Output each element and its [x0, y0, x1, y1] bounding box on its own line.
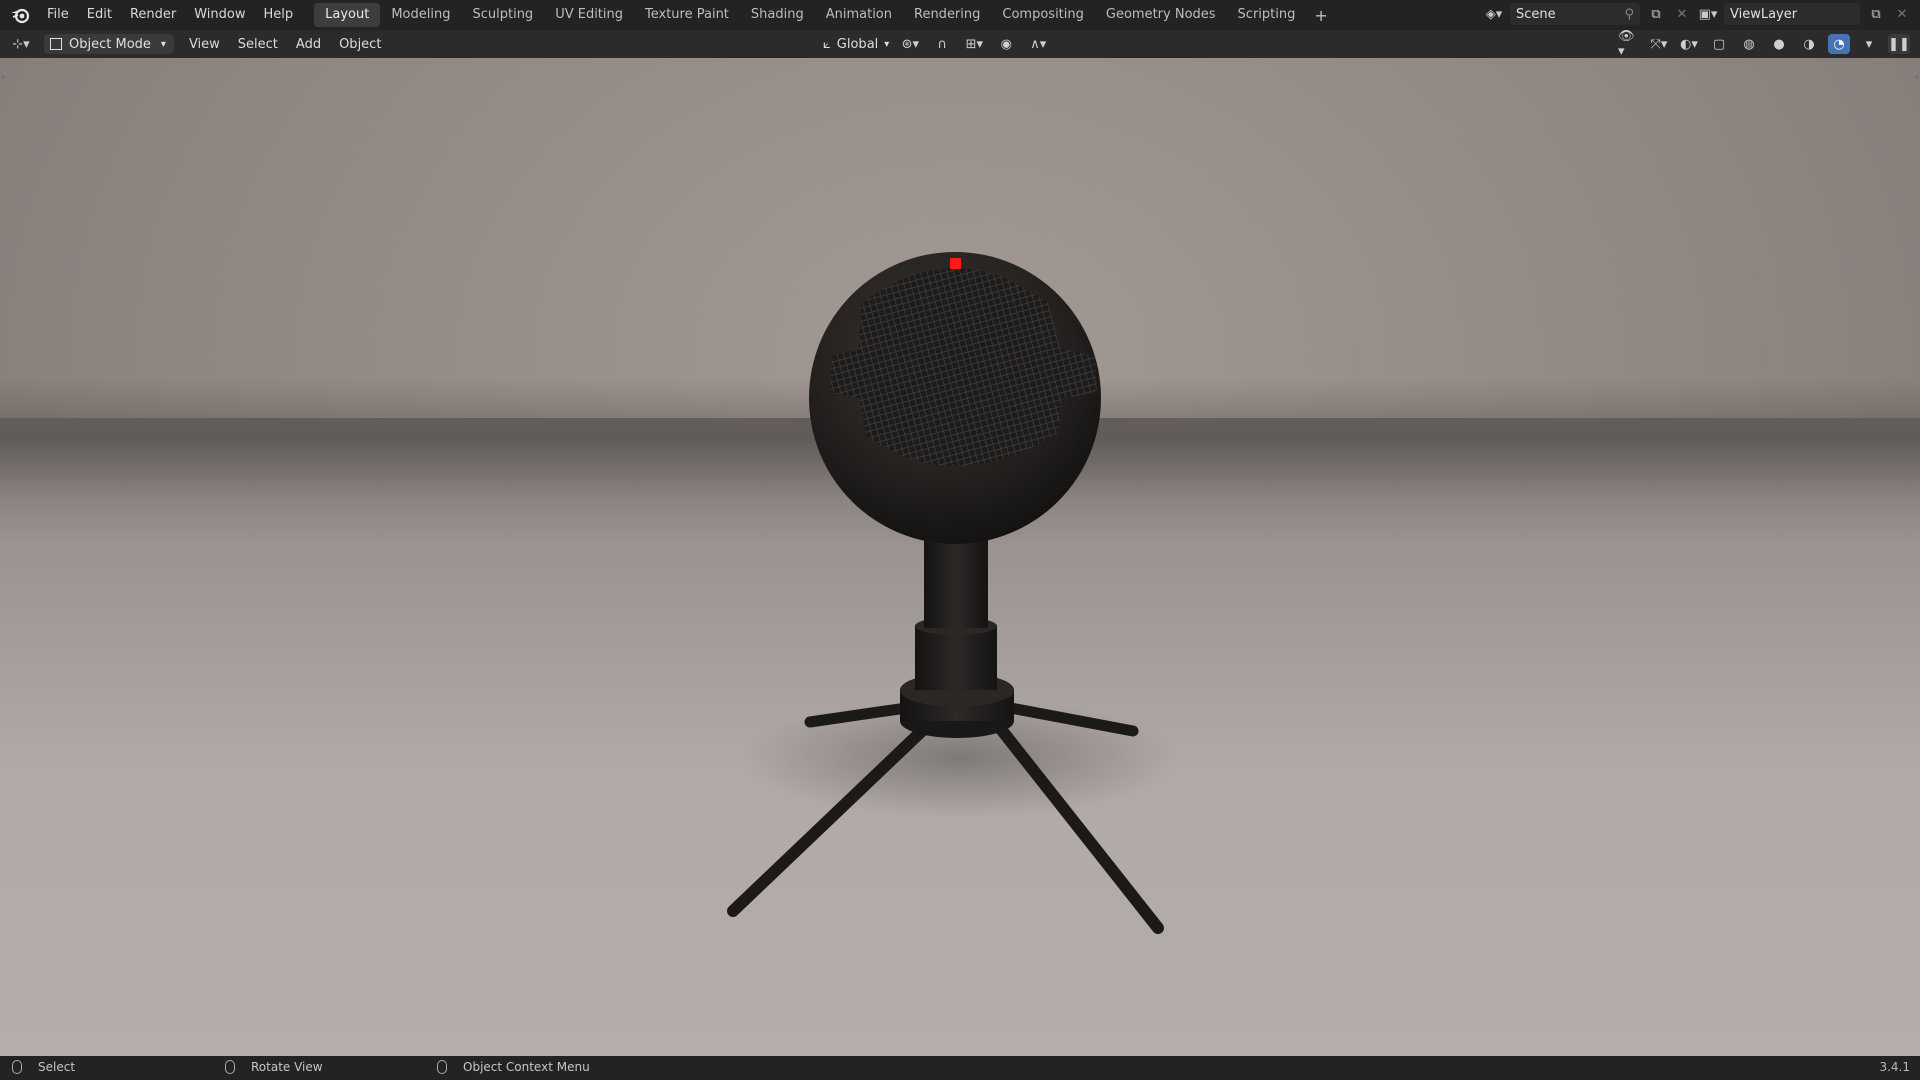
add-workspace-button[interactable]: +	[1306, 6, 1335, 25]
pause-render-icon[interactable]: ❚❚	[1888, 34, 1910, 54]
proportional-edit-icon[interactable]: ◉	[995, 34, 1017, 54]
viewport-header-left: ⊹▾ Object Mode ▾ View Select Add Object	[10, 34, 390, 54]
tab-geometry-nodes[interactable]: Geometry Nodes	[1095, 3, 1227, 27]
scene-name: Scene	[1516, 6, 1556, 22]
status-select-label: Select	[38, 1060, 76, 1074]
new-scene-icon[interactable]: ⧉	[1646, 4, 1666, 24]
tab-layout[interactable]: Layout	[314, 3, 381, 27]
object-mode-icon	[50, 38, 62, 50]
chevron-down-icon: ▾	[160, 38, 166, 50]
menu-add[interactable]: Add	[287, 37, 330, 52]
new-viewlayer-icon[interactable]: ⧉	[1866, 4, 1886, 24]
menu-window[interactable]: Window	[185, 0, 254, 30]
mode-label: Object Mode	[69, 36, 151, 52]
delete-scene-icon[interactable]: ✕	[1672, 4, 1692, 24]
overlays-icon[interactable]: ◐▾	[1678, 34, 1700, 54]
tab-rendering[interactable]: Rendering	[903, 3, 991, 27]
delete-viewlayer-icon[interactable]: ✕	[1892, 4, 1912, 24]
version-label: 3.4.1	[1879, 1060, 1910, 1074]
menu-select[interactable]: Select	[229, 37, 287, 52]
material-preview-icon[interactable]: ◑	[1798, 34, 1820, 54]
tab-uv-editing[interactable]: UV Editing	[544, 3, 634, 27]
pin-icon[interactable]: ⚲	[1624, 7, 1634, 22]
rendered-icon[interactable]: ◔	[1828, 34, 1850, 54]
blender-logo-icon[interactable]	[8, 3, 32, 27]
falloff-icon[interactable]: ∧▾	[1027, 34, 1049, 54]
tab-animation[interactable]: Animation	[815, 3, 903, 27]
tab-scripting[interactable]: Scripting	[1227, 3, 1307, 27]
tab-shading[interactable]: Shading	[740, 3, 815, 27]
3d-viewport[interactable]: › ‹	[0, 58, 1920, 1056]
menu-file[interactable]: File	[38, 0, 78, 30]
status-rotate-label: Rotate View	[251, 1060, 323, 1074]
menu-object[interactable]: Object	[330, 37, 390, 52]
mouse-left-icon	[12, 1060, 22, 1074]
tab-texture-paint[interactable]: Texture Paint	[634, 3, 740, 27]
magnet-icon[interactable]: ∩	[931, 34, 953, 54]
snap-target-icon[interactable]: ⊞▾	[963, 34, 985, 54]
viewport-header: ⊹▾ Object Mode ▾ View Select Add Object …	[0, 29, 1920, 59]
stand-neck	[924, 538, 988, 628]
gizmo-icon[interactable]: ⤧▾	[1648, 34, 1670, 54]
menu-render[interactable]: Render	[121, 0, 185, 30]
menu-help[interactable]: Help	[255, 0, 303, 30]
tab-modeling[interactable]: Modeling	[380, 3, 461, 27]
status-select: Select	[12, 1060, 75, 1074]
pivot-point-icon[interactable]: ⊛▾	[899, 34, 921, 54]
viewlayer-field[interactable]: ViewLayer	[1724, 3, 1860, 25]
visibility-eye-icon[interactable]: 👁▾	[1618, 29, 1640, 59]
tab-compositing[interactable]: Compositing	[991, 3, 1095, 27]
microphone-render	[727, 252, 1180, 934]
shading-options-icon[interactable]: ▾	[1858, 34, 1880, 54]
workspace-tabs: Layout Modeling Sculpting UV Editing Tex…	[314, 3, 1336, 27]
mouse-right-icon	[437, 1060, 447, 1074]
menu-edit[interactable]: Edit	[78, 0, 121, 30]
solid-icon[interactable]: ●	[1768, 34, 1790, 54]
main-menu: File Edit Render Window Help	[38, 0, 302, 30]
status-bar: Select Rotate View Object Context Menu 3…	[0, 1056, 1920, 1080]
tab-sculpting[interactable]: Sculpting	[461, 3, 544, 27]
transform-controls: ⟀ Global ▾ ⊛▾ ∩ ⊞▾ ◉ ∧▾	[823, 34, 1049, 54]
chevron-down-icon: ▾	[884, 38, 890, 50]
stand-lower	[915, 626, 997, 690]
orientation-icon: ⟀	[823, 36, 831, 52]
transform-orientation-dropdown[interactable]: ⟀ Global ▾	[823, 37, 889, 52]
viewlayer-selector-icon[interactable]: ▣▾	[1698, 4, 1718, 24]
mouse-middle-icon	[225, 1060, 235, 1074]
editor-type-icon[interactable]: ⊹▾	[10, 34, 32, 54]
top-bar: File Edit Render Window Help Layout Mode…	[0, 0, 1920, 30]
wireframe-icon[interactable]: ◍	[1738, 34, 1760, 54]
scene-selector-icon[interactable]: ◈▾	[1484, 4, 1504, 24]
viewport-shading-controls: 👁▾ ⤧▾ ◐▾ ▢ ◍ ● ◑ ◔ ▾ ❚❚	[1618, 29, 1910, 59]
scene-viewlayer-fields: ◈▾ Scene ⚲ ⧉ ✕ ▣▾ ViewLayer ⧉ ✕	[1484, 3, 1912, 25]
orientation-label: Global	[836, 36, 879, 52]
status-context-label: Object Context Menu	[463, 1060, 590, 1074]
status-context: Object Context Menu	[437, 1060, 590, 1074]
xray-icon[interactable]: ▢	[1708, 34, 1730, 54]
viewlayer-name: ViewLayer	[1730, 6, 1798, 22]
status-rotate: Rotate View	[225, 1060, 323, 1074]
mode-dropdown[interactable]: Object Mode ▾	[44, 34, 174, 54]
scene-field[interactable]: Scene ⚲	[1510, 3, 1640, 25]
menu-view[interactable]: View	[180, 37, 229, 52]
mic-led	[950, 258, 961, 269]
